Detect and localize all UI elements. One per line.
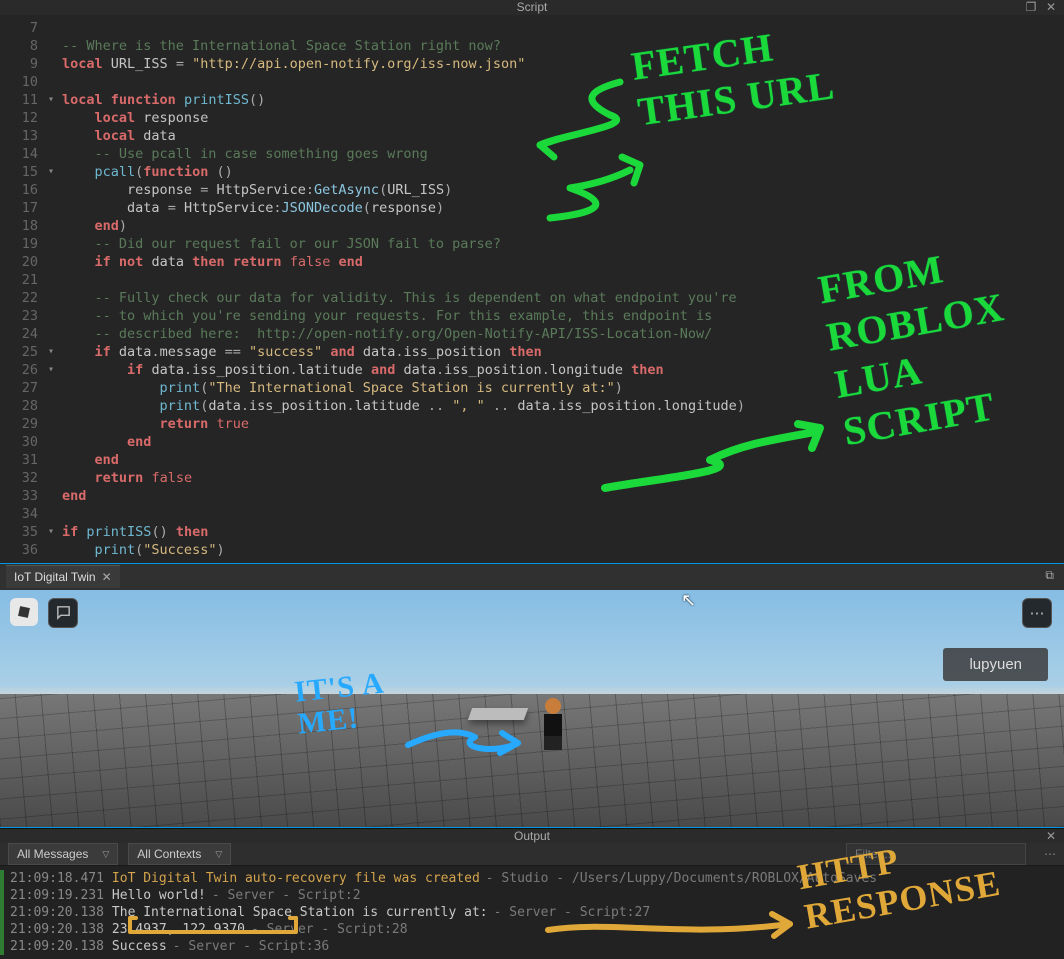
close-icon[interactable]: ✕ bbox=[1046, 829, 1056, 843]
player-name-tag: lupyuen bbox=[943, 648, 1048, 681]
viewport-tab[interactable]: IoT Digital Twin ✕ bbox=[6, 565, 120, 588]
game-viewport[interactable]: ⋯ lupyuen ↖ bbox=[0, 590, 1064, 827]
dropdown-label: All Messages bbox=[17, 847, 88, 861]
title-bar: Script ❐ ✕ bbox=[0, 0, 1064, 15]
chevron-down-icon: ▽ bbox=[102, 849, 109, 860]
dropdown-label: All Contexts bbox=[137, 847, 201, 861]
window-title: Script bbox=[517, 0, 548, 14]
baseplate bbox=[0, 694, 1064, 827]
window-close-icon[interactable]: ✕ bbox=[1044, 0, 1058, 14]
popout-icon[interactable]: ⧉ bbox=[1045, 568, 1054, 583]
viewport-tab-label: IoT Digital Twin bbox=[14, 570, 96, 584]
contexts-filter-dropdown[interactable]: All Contexts ▽ bbox=[128, 843, 231, 865]
more-icon[interactable]: ⋯ bbox=[1044, 847, 1056, 861]
output-line[interactable]: 21:09:20.138The International Space Stat… bbox=[0, 904, 1064, 921]
player-avatar bbox=[540, 698, 566, 750]
output-header: Output ✕ bbox=[0, 828, 1064, 843]
chat-icon[interactable] bbox=[48, 598, 78, 628]
roblox-icon[interactable] bbox=[10, 598, 38, 626]
output-log[interactable]: 21:09:18.471IoT Digital Twin auto-recove… bbox=[0, 866, 1064, 959]
output-filter-input[interactable] bbox=[846, 843, 1026, 865]
line-number-gutter: 7891011121314151617181920212223242526272… bbox=[0, 15, 44, 563]
output-line[interactable]: 21:09:19.231Hello world! - Server - Scri… bbox=[0, 887, 1064, 904]
output-title: Output bbox=[514, 829, 550, 843]
output-toolbar: All Messages ▽ All Contexts ▽ ⋯ bbox=[0, 843, 1064, 866]
close-icon[interactable]: ✕ bbox=[102, 570, 112, 584]
window-restore-icon[interactable]: ❐ bbox=[1024, 0, 1038, 14]
output-line[interactable]: 21:09:20.13823.4937, 122.9370 - Server -… bbox=[0, 921, 1064, 938]
viewport-tab-bar: IoT Digital Twin ✕ ⧉ bbox=[0, 564, 1064, 590]
output-line[interactable]: 21:09:18.471IoT Digital Twin auto-recove… bbox=[0, 870, 1064, 887]
code-area[interactable]: -- Where is the International Space Stat… bbox=[58, 15, 745, 563]
chevron-down-icon: ▽ bbox=[215, 849, 222, 860]
spawn-location bbox=[468, 708, 528, 720]
game-viewport-panel: IoT Digital Twin ✕ ⧉ ⋯ lupyuen ↖ bbox=[0, 563, 1064, 828]
menu-icon[interactable]: ⋯ bbox=[1022, 598, 1052, 628]
script-editor[interactable]: 7891011121314151617181920212223242526272… bbox=[0, 15, 1064, 563]
fold-column[interactable]: ▾▾▾▾▾ bbox=[44, 15, 58, 563]
output-line[interactable]: 21:09:20.138Success - Server - Script:36 bbox=[0, 938, 1064, 955]
messages-filter-dropdown[interactable]: All Messages ▽ bbox=[8, 843, 118, 865]
mouse-cursor: ↖ bbox=[681, 590, 696, 611]
